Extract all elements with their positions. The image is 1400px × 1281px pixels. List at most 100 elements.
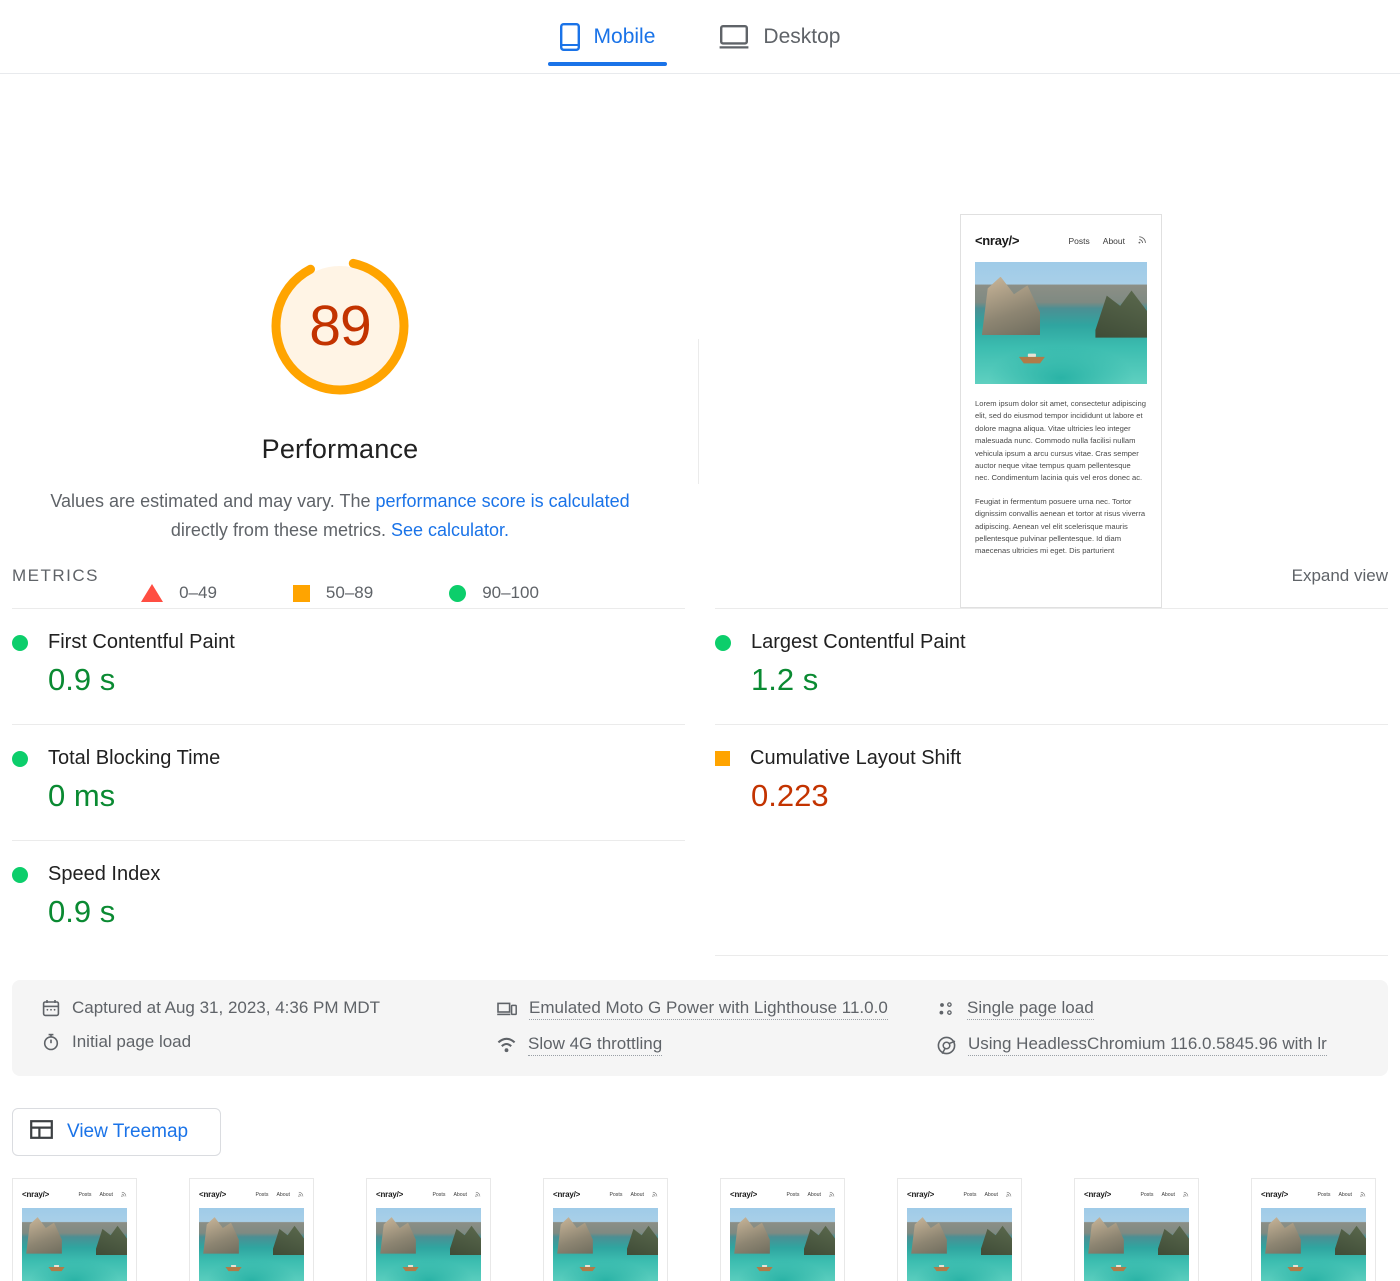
score-legend: 0–49 50–89 90–100 [141,583,539,603]
env-captured-at: Captured at Aug 31, 2023, 4:36 PM MDT [42,998,497,1018]
see-calculator-link[interactable]: See calculator. [391,520,509,540]
preview-paragraph-1: Lorem ipsum dolor sit amet, consectetur … [975,399,1146,483]
frame-nav-about: About [99,1191,113,1198]
square-average-icon [715,751,730,766]
tab-mobile[interactable]: Mobile [547,0,668,74]
mobile-phone-icon [559,22,580,51]
rss-feed-icon [121,1191,127,1199]
circle-pass-icon [449,584,467,602]
frame-nav-about: About [453,1191,467,1198]
rss-feed-icon [298,1191,304,1199]
env-label: Emulated Moto G Power with Lighthouse 11… [529,998,888,1020]
filmstrip-frame[interactable]: <nray/>PostsAboutLorem ipsum dolor sit a… [1251,1178,1376,1281]
performance-gauge-block: 89 Performance Values are estimated and … [0,74,680,603]
metric-title: Cumulative Layout Shift [750,747,962,769]
frame-hero-image [1084,1208,1189,1281]
env-user-agent[interactable]: Using HeadlessChromium 116.0.5845.96 wit… [937,1034,1358,1056]
frame-boat-shape [402,1265,419,1272]
circle-pass-icon [715,634,731,651]
frame-site-logo: <nray/> [1261,1190,1289,1199]
description-text-pre: Values are estimated and may vary. The [50,491,376,511]
section-divider [698,339,699,484]
metric-total-blocking-time[interactable]: Total Blocking Time 0 ms [12,724,685,840]
frame-site-logo: <nray/> [22,1190,50,1199]
performance-score-value: 89 [309,294,371,358]
frame-nav-about: About [984,1191,998,1198]
performance-gauge[interactable]: 89 [266,252,414,400]
preview-nav-posts: Posts [1068,235,1090,246]
env-emulated-device[interactable]: Emulated Moto G Power with Lighthouse 11… [497,998,937,1020]
frame-hero-image [199,1208,304,1281]
metric-first-contentful-paint[interactable]: First Contentful Paint 0.9 s [12,608,685,724]
frame-boat-shape [1110,1265,1127,1272]
filmstrip-frame[interactable]: <nray/>PostsAboutLorem ipsum dolor sit a… [897,1178,1022,1281]
metric-title: Speed Index [48,863,161,885]
filmstrip-frame[interactable]: <nray/>PostsAboutLorem ipsum dolor sit a… [1074,1178,1199,1281]
frame-hero-image [730,1208,835,1281]
treemap-icon [30,1120,53,1144]
devices-icon [497,1000,517,1018]
metric-value: 1.2 s [751,662,819,697]
env-label: Initial page load [72,1032,192,1051]
metric-value: 0.9 s [48,894,116,929]
tab-desktop-label: Desktop [763,24,841,48]
frame-nav: <nray/> Posts About [1252,1179,1375,1199]
metric-speed-index[interactable]: Speed Index 0.9 s [12,840,685,956]
triangle-fail-icon [141,584,164,602]
frame-nav-links: Posts About [78,1191,127,1199]
frame-nav-posts: Posts [609,1191,623,1198]
frame-nav: <nray/> Posts About [544,1179,667,1199]
description-text-mid: directly from these metrics. [170,520,391,540]
preview-paragraph-2: Feugiat in fermentum posuere urna nec. T… [975,496,1146,556]
rss-feed-icon [1138,235,1147,246]
preview-body-text: Lorem ipsum dolor sit amet, consectetur … [961,384,1161,558]
frame-hero-image [907,1208,1012,1281]
metric-largest-contentful-paint[interactable]: Largest Contentful Paint 1.2 s [715,608,1388,724]
frame-nav-about: About [630,1191,644,1198]
metric-cumulative-layout-shift[interactable]: Cumulative Layout Shift 0.223 [715,724,1388,840]
screenshot-filmstrip[interactable]: <nray/>PostsAboutLorem ipsum dolor sit a… [0,1178,1400,1281]
page-load-dots-icon [937,1000,955,1018]
preview-nav-about: About [1102,235,1125,246]
view-treemap-label: View Treemap [67,1121,189,1142]
frame-nav-links: Posts About [963,1191,1012,1199]
frame-nav-posts: Posts [432,1191,446,1198]
legend-range-pass: 90–100 [482,583,539,602]
env-label: Using HeadlessChromium 116.0.5845.96 wit… [968,1034,1327,1056]
filmstrip-frame[interactable]: <nray/>PostsAboutLorem ipsum dolor sit a… [366,1178,491,1281]
frame-nav: <nray/> Posts About [13,1179,136,1199]
frame-nav-posts: Posts [786,1191,800,1198]
filmstrip-frame[interactable]: <nray/>PostsAboutLorem ipsum dolor sit a… [543,1178,668,1281]
frame-nav: <nray/> Posts About [898,1179,1021,1199]
frame-boat-shape [1287,1265,1304,1272]
rss-feed-icon [829,1191,835,1199]
frame-boat-shape [933,1265,950,1272]
frame-site-logo: <nray/> [907,1190,935,1199]
frame-site-logo: <nray/> [1084,1190,1112,1199]
frame-nav-about: About [1338,1191,1352,1198]
legend-item-fail: 0–49 [141,583,217,603]
filmstrip-frame[interactable]: <nray/>PostsAboutLorem ipsum dolor sit a… [12,1178,137,1281]
filmstrip-frame[interactable]: <nray/>PostsAboutLorem ipsum dolor sit a… [189,1178,314,1281]
env-network-throttling[interactable]: Slow 4G throttling [497,1034,937,1056]
circle-pass-icon [12,866,28,883]
legend-item-average: 50–89 [292,583,373,603]
desktop-monitor-icon [719,24,749,50]
performance-score-calculated-link[interactable]: performance score is calculated [376,491,630,511]
frame-boat-shape [579,1265,596,1272]
tab-desktop[interactable]: Desktop [713,0,846,74]
view-treemap-button[interactable]: View Treemap [12,1108,221,1156]
performance-description: Values are estimated and may vary. The p… [40,487,640,545]
performance-category-title: Performance [261,434,419,464]
frame-nav-posts: Posts [1140,1191,1154,1198]
legend-range-fail: 0–49 [179,583,217,602]
frame-nav-posts: Posts [1317,1191,1331,1198]
frame-nav-posts: Posts [255,1191,269,1198]
circle-pass-icon [12,750,28,767]
env-single-page-load[interactable]: Single page load [937,998,1358,1020]
device-tabs-bar: Mobile Desktop [0,0,1400,74]
preview-hero-image [975,262,1147,384]
final-screenshot-preview[interactable]: <nray/> Posts About Lorem ipsum dolor si… [960,214,1162,608]
expand-view-toggle[interactable]: Expand view [1292,566,1388,586]
filmstrip-frame[interactable]: <nray/>PostsAboutLorem ipsum dolor sit a… [720,1178,845,1281]
